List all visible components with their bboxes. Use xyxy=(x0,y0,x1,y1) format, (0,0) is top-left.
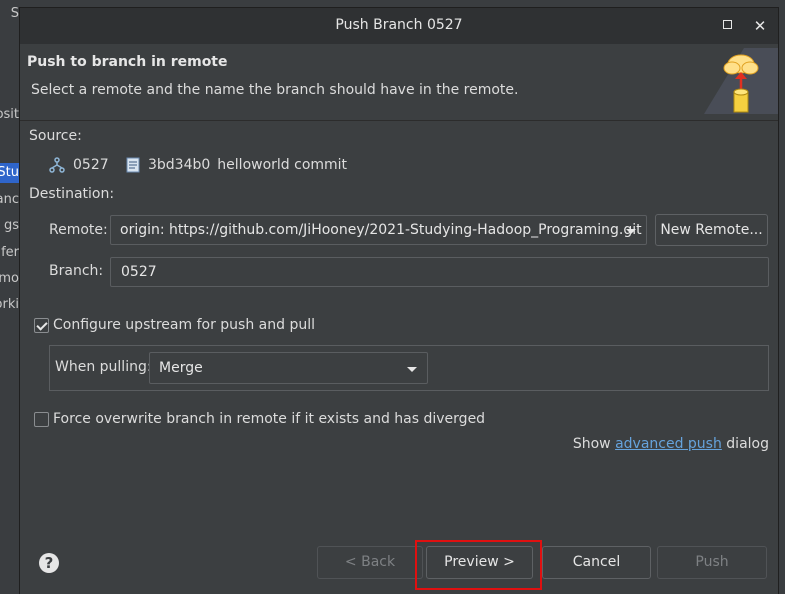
when-pulling-select[interactable]: Merge xyxy=(149,352,428,384)
cancel-button[interactable]: Cancel xyxy=(542,546,651,579)
advanced-push-link[interactable]: advanced push xyxy=(615,436,722,452)
ide-fragment: mo xyxy=(0,271,19,286)
force-overwrite-label: Force overwrite branch in remote if it e… xyxy=(53,411,486,427)
remote-label: Remote: xyxy=(49,222,108,238)
ide-fragment: osit xyxy=(0,107,19,122)
commit-icon xyxy=(126,157,140,173)
new-remote-button[interactable]: New Remote... xyxy=(655,214,768,246)
when-pulling-value: Merge xyxy=(159,360,203,376)
advanced-push-prefix: Show xyxy=(572,436,616,452)
remote-select[interactable]: origin: https://github.com/JiHooney/2021… xyxy=(110,215,647,245)
banner-description: Select a remote and the name the branch … xyxy=(31,82,519,98)
ide-fragment: S xyxy=(10,6,19,21)
branch-icon xyxy=(49,157,65,173)
ide-background-right xyxy=(778,0,785,594)
configure-upstream-label: Configure upstream for push and pull xyxy=(53,317,315,333)
source-commit-id: 3bd34b0 xyxy=(148,157,211,173)
force-overwrite-checkbox[interactable] xyxy=(34,412,49,427)
source-branch-name: 0527 xyxy=(73,157,109,173)
checkmark-icon xyxy=(36,319,48,331)
remote-select-value: origin: https://github.com/JiHooney/2021… xyxy=(120,222,642,238)
advanced-push-text: Show advanced push dialog xyxy=(573,436,769,452)
source-branch: 0527 xyxy=(49,157,109,173)
ide-fragment: anc xyxy=(0,192,19,207)
push-branch-dialog: Push Branch 0527 ✕ Push to branch in rem… xyxy=(20,8,778,594)
dialog-titlebar: Push Branch 0527 ✕ xyxy=(20,8,778,45)
source-commit: 3bd34b0 helloworld commit xyxy=(126,157,347,173)
destination-label: Destination: xyxy=(29,186,115,202)
back-button[interactable]: < Back xyxy=(317,546,423,579)
close-icon: ✕ xyxy=(753,17,767,35)
push-button[interactable]: Push xyxy=(657,546,767,579)
help-icon[interactable]: ? xyxy=(39,553,59,573)
when-pulling-label: When pulling: xyxy=(55,359,152,375)
wizard-banner: Push to branch in remote Select a remote… xyxy=(20,44,778,120)
source-label: Source: xyxy=(29,128,82,144)
push-wizard-icon xyxy=(704,48,778,114)
configure-upstream-checkbox[interactable] xyxy=(34,318,49,333)
maximize-button[interactable] xyxy=(718,17,736,35)
chevron-down-icon xyxy=(407,367,417,372)
close-button[interactable]: ✕ xyxy=(751,17,769,35)
source-commit-message: helloworld commit xyxy=(217,157,348,173)
branch-label: Branch: xyxy=(49,263,104,279)
chevron-down-icon xyxy=(626,229,636,234)
branch-input[interactable] xyxy=(119,263,723,281)
banner-title: Push to branch in remote xyxy=(27,54,228,70)
ide-fragment-selected: -Stu xyxy=(0,163,20,183)
advanced-push-suffix: dialog xyxy=(721,436,769,452)
branch-field[interactable] xyxy=(110,257,769,287)
dialog-title: Push Branch 0527 xyxy=(335,17,463,33)
ide-fragment: gs xyxy=(3,218,19,233)
preview-highlight-box xyxy=(415,540,542,590)
banner-separator xyxy=(20,120,778,121)
maximize-icon xyxy=(722,20,732,29)
ide-background-top xyxy=(0,0,785,8)
ide-fragment: orki xyxy=(0,297,19,312)
ide-fragment: fer xyxy=(1,245,19,260)
